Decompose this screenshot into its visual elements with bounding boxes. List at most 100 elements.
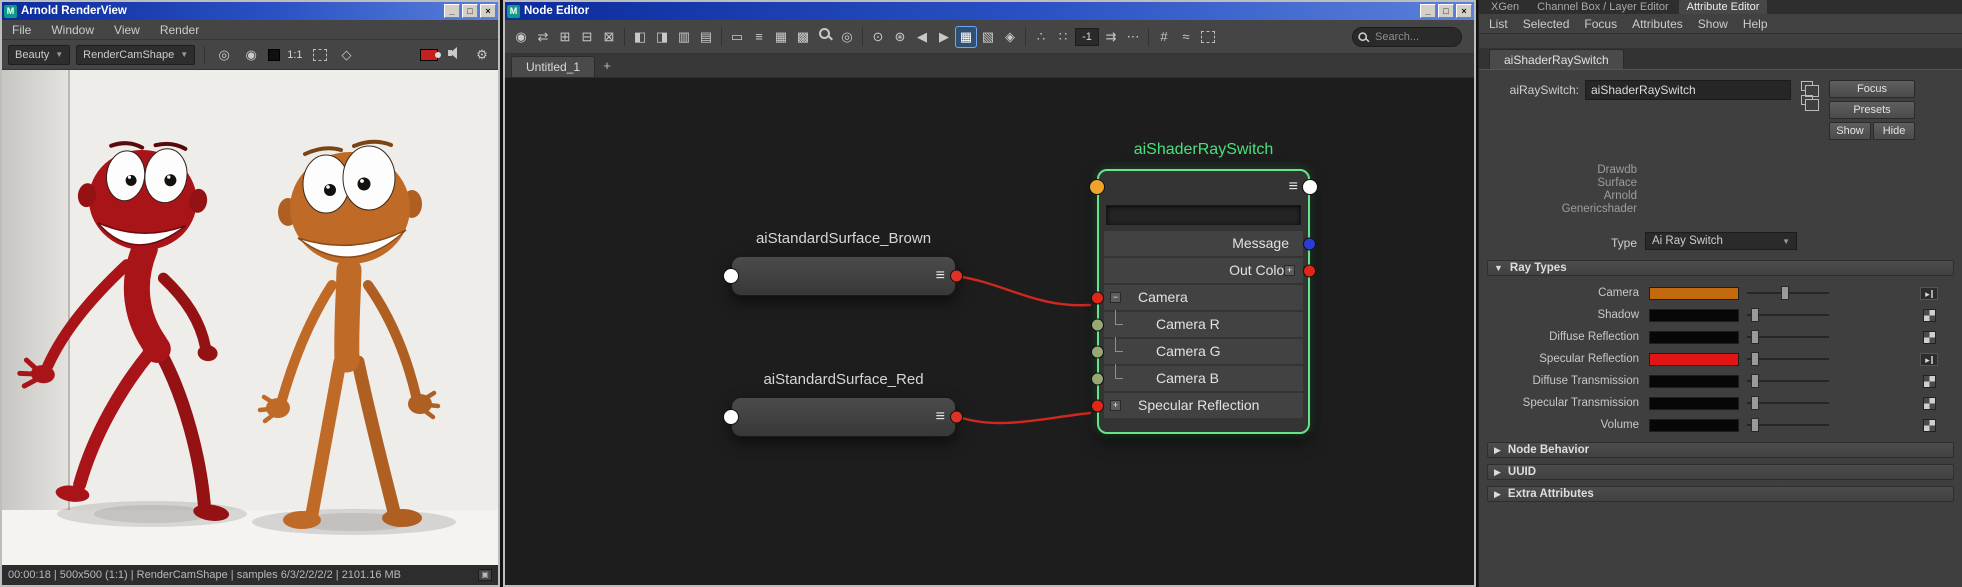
node-menu-icon[interactable]: ≡ bbox=[936, 267, 945, 285]
remove-from-graph-icon[interactable]: ⊟ bbox=[577, 27, 597, 47]
collapse-icon[interactable]: − bbox=[1110, 292, 1121, 303]
display-simple-mode-icon[interactable]: ▭ bbox=[727, 27, 747, 47]
hide-button[interactable]: Hide bbox=[1873, 122, 1915, 140]
audio-icon[interactable] bbox=[445, 45, 465, 65]
connection-indicator-icon[interactable]: ▸ bbox=[1920, 352, 1938, 366]
value-slider[interactable] bbox=[1747, 352, 1829, 366]
menu-attributes[interactable]: Attributes bbox=[1632, 17, 1683, 31]
connection-style-icon[interactable]: ≈ bbox=[1176, 27, 1196, 47]
node-name-field[interactable] bbox=[1585, 80, 1791, 100]
output-port[interactable] bbox=[950, 410, 963, 424]
color-swatch[interactable] bbox=[1649, 330, 1739, 344]
output-port[interactable] bbox=[1303, 264, 1316, 277]
show-all-connections-icon[interactable]: ▥ bbox=[674, 27, 694, 47]
presets-button[interactable]: Presets bbox=[1829, 101, 1915, 119]
node-rename-field[interactable] bbox=[1106, 205, 1301, 225]
display-connected-mode-icon[interactable]: ≡ bbox=[749, 27, 769, 47]
node-aistandardsurface-red[interactable]: ≡ bbox=[723, 397, 963, 437]
pin-panel-icon[interactable]: ◉ bbox=[511, 27, 531, 47]
color-swatch[interactable] bbox=[1649, 396, 1739, 410]
input-port[interactable] bbox=[723, 268, 739, 284]
menu-file[interactable]: File bbox=[12, 23, 31, 37]
copy-tab-icon[interactable] bbox=[1801, 81, 1819, 97]
rayswitch-attr-message[interactable]: Message bbox=[1104, 231, 1316, 256]
menu-list[interactable]: List bbox=[1489, 17, 1508, 31]
expand-icon[interactable]: + bbox=[1284, 265, 1295, 276]
input-port[interactable] bbox=[1091, 318, 1104, 331]
rayswitch-attr-camera[interactable]: − Camera bbox=[1091, 285, 1303, 310]
texture-map-icon[interactable] bbox=[1923, 374, 1936, 388]
show-input-connections-icon[interactable]: ◧ bbox=[630, 27, 650, 47]
panel-tab-attribute-editor[interactable]: Attribute Editor bbox=[1678, 0, 1768, 14]
add-tab-button[interactable]: + bbox=[597, 55, 617, 77]
node-editor-maximize-button[interactable]: □ bbox=[1438, 4, 1454, 18]
slider-handle[interactable] bbox=[1751, 352, 1759, 366]
slider-handle[interactable] bbox=[1751, 330, 1759, 344]
dot-grid-icon[interactable]: ∷ bbox=[1053, 27, 1073, 47]
color-swatch[interactable] bbox=[1649, 352, 1739, 366]
preview-panel-icon[interactable]: ◎ bbox=[837, 27, 857, 47]
expand-triangle-icon[interactable]: ▶ bbox=[1494, 445, 1501, 456]
type-dropdown[interactable]: Ai Ray Switch ▼ bbox=[1645, 232, 1797, 250]
dot-format-icon[interactable]: ∴ bbox=[1031, 27, 1051, 47]
display-full-mode-icon[interactable]: ▦ bbox=[771, 27, 791, 47]
menu-focus[interactable]: Focus bbox=[1584, 17, 1617, 31]
wire-red-to-specular[interactable] bbox=[954, 411, 1092, 425]
renderview-close-button[interactable]: × bbox=[480, 4, 496, 18]
value-slider[interactable] bbox=[1747, 374, 1829, 388]
slider-handle[interactable] bbox=[1781, 286, 1789, 300]
rayswitch-attr-camera-g[interactable]: Camera G bbox=[1091, 337, 1303, 364]
snapshot-target-icon[interactable]: ◎ bbox=[214, 45, 234, 65]
rgb-channels-icon[interactable]: ◉ bbox=[241, 45, 261, 65]
expand-icon[interactable]: + bbox=[1110, 400, 1121, 411]
node-editor-close-button[interactable]: × bbox=[1456, 4, 1472, 18]
menu-selected[interactable]: Selected bbox=[1523, 17, 1570, 31]
wire-brown-to-camera[interactable] bbox=[954, 274, 1092, 307]
crop-region-icon[interactable] bbox=[310, 45, 330, 65]
node-header[interactable]: ≡ bbox=[1089, 171, 1318, 203]
menu-render[interactable]: Render bbox=[160, 23, 199, 37]
background-swatch[interactable] bbox=[268, 48, 281, 61]
traverse-upstream-icon[interactable]: ◀ bbox=[912, 27, 932, 47]
section-extra-attributes[interactable]: ▶ Extra Attributes bbox=[1487, 486, 1954, 502]
add-to-graph-icon[interactable]: ⊞ bbox=[555, 27, 575, 47]
expand-triangle-icon[interactable]: ▶ bbox=[1494, 489, 1501, 500]
color-swatch[interactable] bbox=[1649, 374, 1739, 388]
render-settings-gear-icon[interactable]: ⚙ bbox=[472, 45, 492, 65]
node-aistandardsurface-brown[interactable]: ≡ bbox=[723, 256, 963, 296]
grid-toggle-icon[interactable]: # bbox=[1154, 27, 1174, 47]
node-aishaderrayswitch[interactable]: ≡ Message + Out Color − Camera Camera R Camera… bbox=[1089, 169, 1318, 434]
section-uuid[interactable]: ▶ UUID bbox=[1487, 464, 1954, 480]
clear-graph-icon[interactable]: ⊠ bbox=[599, 27, 619, 47]
camera-select[interactable]: RenderCamShape ▼ bbox=[76, 44, 196, 65]
unpin-all-icon[interactable]: ⊛ bbox=[890, 27, 910, 47]
value-slider[interactable] bbox=[1747, 308, 1829, 322]
connection-indicator-icon[interactable]: ▸ bbox=[1920, 286, 1938, 300]
panel-tab-xgen[interactable]: XGen bbox=[1483, 0, 1527, 14]
precision-field[interactable]: -1 bbox=[1075, 27, 1099, 46]
input-port[interactable] bbox=[723, 409, 739, 425]
value-slider[interactable] bbox=[1747, 330, 1829, 344]
renderview-maximize-button[interactable]: □ bbox=[462, 4, 478, 18]
swatch-display-icon[interactable]: ▧ bbox=[978, 27, 998, 47]
header-input-port[interactable] bbox=[1089, 179, 1105, 195]
menu-window[interactable]: Window bbox=[51, 23, 94, 37]
input-port[interactable] bbox=[1091, 399, 1104, 412]
renderview-minimize-button[interactable]: _ bbox=[444, 4, 460, 18]
more-options-icon[interactable]: ⋯ bbox=[1123, 27, 1143, 47]
display-custom-mode-icon[interactable]: ▩ bbox=[793, 27, 813, 47]
rayswitch-attr-specular-reflection[interactable]: + Specular Reflection bbox=[1091, 393, 1303, 418]
console-icon[interactable]: ▣ bbox=[478, 569, 492, 581]
traverse-downstream-icon[interactable]: ▶ bbox=[934, 27, 954, 47]
rayswitch-attr-camera-b[interactable]: Camera B bbox=[1091, 364, 1303, 391]
slider-handle[interactable] bbox=[1751, 308, 1759, 322]
input-port[interactable] bbox=[1091, 372, 1104, 385]
node-graph-canvas[interactable]: aiStandardSurface_Brown ≡ aiStandardSurf… bbox=[505, 78, 1474, 585]
menu-view[interactable]: View bbox=[114, 23, 140, 37]
texture-map-icon[interactable] bbox=[1923, 418, 1936, 432]
color-swatch[interactable] bbox=[1649, 286, 1739, 300]
rayswitch-attr-out-color[interactable]: + Out Color bbox=[1104, 258, 1316, 283]
node-menu-icon[interactable]: ≡ bbox=[1289, 178, 1298, 196]
panel-tab-channel-box-layer-editor[interactable]: Channel Box / Layer Editor bbox=[1529, 0, 1676, 14]
sort-nodes-icon[interactable]: ◈ bbox=[1000, 27, 1020, 47]
